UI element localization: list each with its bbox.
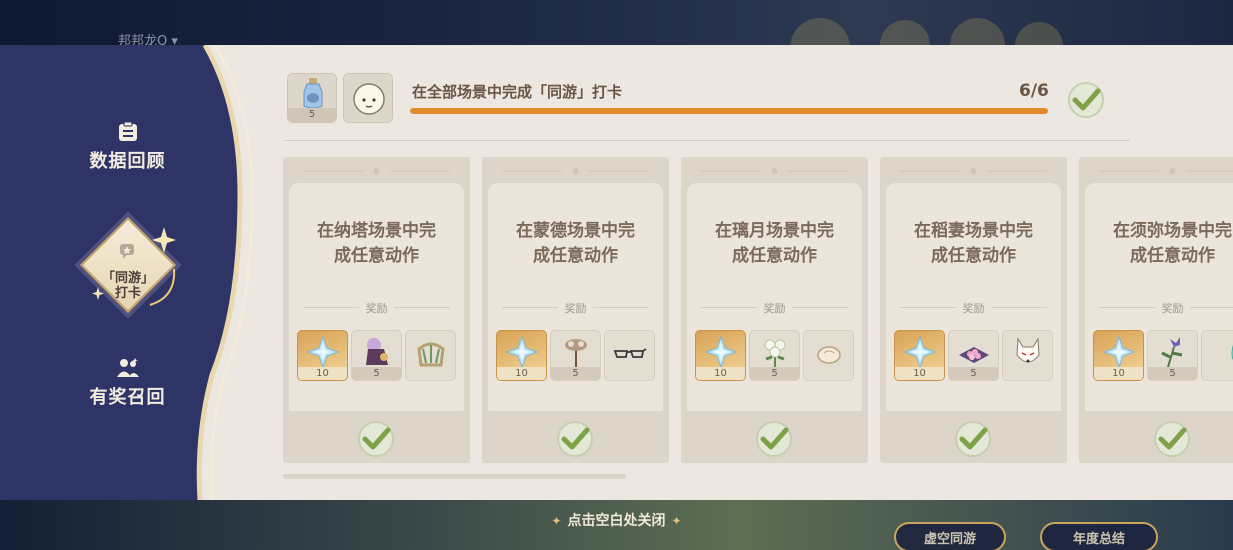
primogem-icon <box>306 335 340 369</box>
woven-headband-icon <box>417 342 445 367</box>
task-card-natlan: 在纳塔场景中完 成任意动作 奖励 10 5 <box>283 157 470 463</box>
task-progress-fill <box>410 108 1048 114</box>
tribal-outfit-icon <box>366 338 388 365</box>
background-ornament <box>880 20 930 45</box>
qingxin-flower-icon <box>764 339 786 367</box>
dandelion-icon <box>565 339 587 367</box>
ornament-divider <box>701 168 848 174</box>
reward-slot[interactable]: 5 <box>948 330 999 381</box>
sidebar-item-recall[interactable]: 有奖召回 <box>50 357 205 409</box>
task-card-sumeru: 在须弥场景中完 成任意动作 奖励 10 5 <box>1079 157 1233 463</box>
paimon-avatar-frame-icon <box>353 83 385 115</box>
sidebar-item-label: 「同游」 打卡 <box>101 271 154 301</box>
reward-list: 10 5 <box>894 330 1053 381</box>
reward-count: 5 <box>288 108 336 122</box>
primogem-icon <box>903 335 937 369</box>
sakura-cushion-icon <box>959 347 989 363</box>
task-progress-bar <box>410 108 1048 114</box>
reward-slot[interactable]: 10 <box>1093 330 1144 381</box>
completed-check-icon <box>1068 82 1104 118</box>
reward-slot[interactable] <box>405 330 456 381</box>
sidebar-item-label: 数据回顾 <box>89 151 166 172</box>
ornament-divider <box>1099 168 1233 174</box>
reward-label: 奖励 <box>763 302 786 315</box>
reward-slot[interactable] <box>604 330 655 381</box>
completed-check-icon <box>557 421 593 457</box>
reward-slot[interactable]: 10 <box>496 330 547 381</box>
task-title: 在全部场景中完成「同游」打卡 <box>412 83 623 101</box>
people-icon <box>116 358 139 377</box>
completed-check-icon <box>756 421 792 457</box>
reward-slot[interactable]: 5 <box>1147 330 1198 381</box>
username: 邦邦龙Q ▾ <box>118 34 178 45</box>
checkin-panel: 数据回顾 「同游」 打卡 有奖召回 5 在全部场景中完成「同游」打卡 6/6 在… <box>0 45 1233 500</box>
background-ornament <box>1015 22 1063 45</box>
reward-label: 奖励 <box>365 302 388 315</box>
reward-slot[interactable]: 5 <box>550 330 601 381</box>
reward-slot[interactable] <box>1201 330 1233 381</box>
header-reward-resin[interactable]: 5 <box>287 73 337 123</box>
ornament-divider <box>900 168 1047 174</box>
reward-list: 10 5 <box>297 330 456 381</box>
background-ornament <box>790 18 850 45</box>
ornament-divider <box>502 168 649 174</box>
primogem-icon <box>704 335 738 369</box>
reward-slot[interactable]: 10 <box>894 330 945 381</box>
fox-mask-icon <box>1016 337 1040 363</box>
header-divider <box>285 140 1130 141</box>
task-card-liyue: 在璃月场景中完 成任意动作 奖励 10 5 <box>681 157 868 463</box>
reward-list: 10 5 <box>1093 330 1233 381</box>
horizontal-scrollbar[interactable] <box>283 474 626 479</box>
sidebar: 数据回顾 「同游」 打卡 有奖召回 <box>0 45 270 500</box>
reward-label: 奖励 <box>1161 302 1184 315</box>
card-title: 在璃月场景中完 成任意动作 <box>715 221 834 266</box>
reward-list: 10 5 <box>695 330 854 381</box>
sidebar-item-label: 有奖召回 <box>89 387 166 408</box>
glasses-icon <box>613 348 647 358</box>
padisarah-icon <box>1161 337 1183 368</box>
sparkle-icon: ✦ <box>551 514 562 528</box>
background-top: 邦邦龙Q ▾ <box>0 0 1233 45</box>
chat-star-icon <box>120 244 134 259</box>
sidebar-item-data-review[interactable]: 数据回顾 <box>50 121 205 173</box>
background-ornament <box>950 18 1005 45</box>
card-title: 在纳塔场景中完 成任意动作 <box>317 221 436 266</box>
sparkle-icon: ✦ <box>671 514 682 528</box>
crystal-icon <box>1231 344 1233 361</box>
reward-label: 奖励 <box>564 302 587 315</box>
reward-slot[interactable]: 5 <box>351 330 402 381</box>
header-reward-frame[interactable] <box>343 73 393 123</box>
fragile-resin-icon <box>303 78 323 109</box>
task-card-inazuma: 在稻妻场景中完 成任意动作 奖励 10 5 <box>880 157 1067 463</box>
card-title: 在稻妻场景中完 成任意动作 <box>914 221 1033 266</box>
primogem-icon <box>505 335 539 369</box>
completed-check-icon <box>955 421 991 457</box>
task-card-mondstadt: 在蒙德场景中完 成任意动作 奖励 10 5 <box>482 157 669 463</box>
card-title: 在蒙德场景中完 成任意动作 <box>516 221 635 266</box>
reward-slot[interactable]: 10 <box>297 330 348 381</box>
primogem-icon <box>1102 335 1136 369</box>
completed-check-icon <box>358 421 394 457</box>
reward-list: 10 5 <box>496 330 655 381</box>
clipboard-icon <box>118 121 137 141</box>
reward-slot[interactable] <box>1002 330 1053 381</box>
reward-slot[interactable] <box>803 330 854 381</box>
close-hint[interactable]: ✦ 点击空白处关闭 ✦ <box>0 510 1233 530</box>
sidebar-item-checkin[interactable]: 「同游」 打卡 <box>79 216 177 314</box>
task-progress-text: 6/6 <box>1019 81 1049 101</box>
bun-icon <box>817 346 841 364</box>
completed-check-icon <box>1154 421 1190 457</box>
reward-slot[interactable]: 10 <box>695 330 746 381</box>
ornament-divider <box>303 168 450 174</box>
card-title: 在须弥场景中完 成任意动作 <box>1113 221 1232 266</box>
reward-label: 奖励 <box>962 302 985 315</box>
reward-slot[interactable]: 5 <box>749 330 800 381</box>
